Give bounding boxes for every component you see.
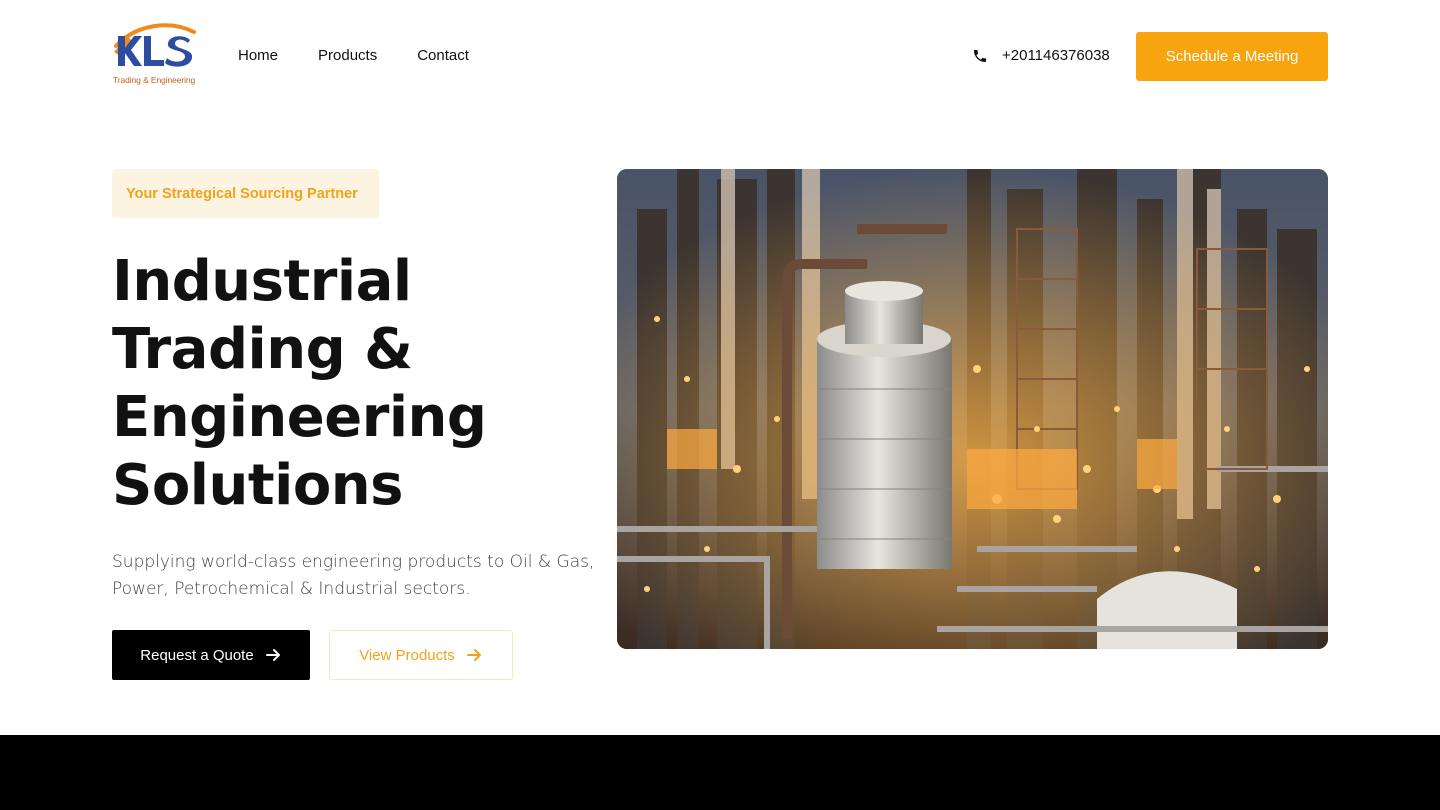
main-nav: Home Products Contact xyxy=(238,46,469,66)
hero-title-line-1: Industrial xyxy=(112,249,412,314)
phone-icon xyxy=(972,48,988,64)
hero-title-line-4: Solutions xyxy=(112,453,404,518)
nav-item-products[interactable]: Products xyxy=(318,46,377,66)
nav-item-contact[interactable]: Contact xyxy=(417,46,469,66)
arrow-right-icon xyxy=(265,648,282,662)
phone-number: +201146376038 xyxy=(1002,47,1110,64)
hero-image xyxy=(617,169,1328,649)
hero-title-line-3: Engineering xyxy=(112,385,487,450)
site-header: Trading & Engineering Home Products Cont… xyxy=(0,0,1440,112)
next-section-band xyxy=(0,735,1440,810)
schedule-meeting-button[interactable]: Schedule a Meeting xyxy=(1136,32,1328,81)
tagline-text: Your Strategical Sourcing Partner xyxy=(126,185,358,202)
hero-title-line-2: Trading & xyxy=(112,317,413,382)
hero-title: Industrial Trading & Engineering Solutio… xyxy=(112,248,592,520)
request-quote-button[interactable]: Request a Quote xyxy=(112,630,310,680)
arrow-right-icon xyxy=(466,648,483,662)
tagline-badge: Your Strategical Sourcing Partner xyxy=(112,169,379,218)
request-quote-label: Request a Quote xyxy=(140,646,254,664)
logo[interactable]: Trading & Engineering xyxy=(112,22,196,88)
view-products-label: View Products xyxy=(359,646,455,664)
phone-contact[interactable]: +201146376038 xyxy=(972,46,1110,66)
view-products-button[interactable]: View Products xyxy=(329,630,513,680)
hero-subtitle: Supplying world-class engineering produc… xyxy=(112,552,595,599)
logo-subtext: Trading & Engineering xyxy=(113,75,196,85)
nav-item-home[interactable]: Home xyxy=(238,46,278,66)
